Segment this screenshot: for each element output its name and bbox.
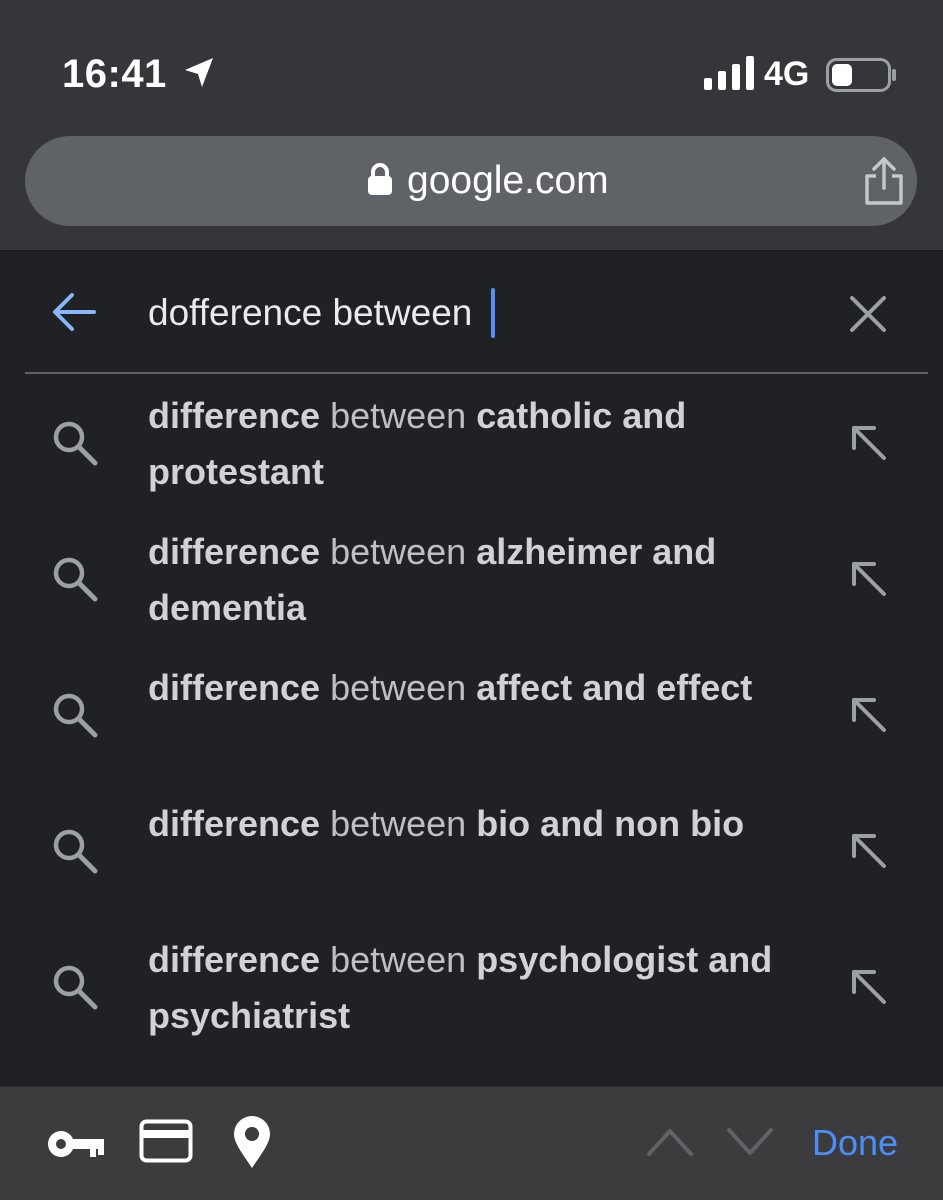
- search-icon: [53, 421, 98, 466]
- url-domain: google.com: [407, 159, 609, 202]
- network-label: 4G: [764, 54, 810, 93]
- credit-card-icon[interactable]: [139, 1119, 193, 1163]
- search-icon: [53, 829, 98, 874]
- suggestion-item[interactable]: difference between psychologist and psyc…: [0, 926, 943, 1062]
- location-arrow-icon: [185, 58, 213, 87]
- signal-bars-icon: [704, 56, 754, 90]
- chevron-down-icon[interactable]: [726, 1127, 774, 1157]
- search-row: dofference between: [0, 252, 943, 372]
- status-time: 16:41: [62, 51, 167, 96]
- suggestion-text: difference between bio and non bio: [148, 803, 745, 844]
- key-icon[interactable]: [46, 1127, 106, 1161]
- search-icon: [53, 693, 98, 738]
- search-divider: [25, 372, 928, 374]
- search-input[interactable]: dofference between: [148, 286, 495, 340]
- search-query-text: dofference between: [148, 292, 483, 333]
- fill-query-arrow-icon[interactable]: [848, 966, 888, 1006]
- done-button[interactable]: Done: [812, 1115, 898, 1171]
- share-icon[interactable]: [861, 156, 907, 206]
- text-caret: [490, 288, 495, 338]
- search-icon: [53, 557, 98, 602]
- suggestion-text: difference between catholic and protesta…: [148, 395, 687, 492]
- suggestion-text: difference between psychologist and psyc…: [148, 939, 773, 1036]
- suggestion-item[interactable]: difference between affect and effect: [0, 654, 943, 790]
- chevron-up-icon[interactable]: [646, 1127, 694, 1157]
- location-pin-icon[interactable]: [232, 1115, 272, 1169]
- fill-query-arrow-icon[interactable]: [848, 694, 888, 734]
- browser-chrome: 16:41 4G google.com: [0, 0, 943, 251]
- suggestion-item[interactable]: difference between bio and non bio: [0, 790, 943, 926]
- fill-query-arrow-icon[interactable]: [848, 558, 888, 598]
- url-bar[interactable]: google.com: [25, 136, 917, 226]
- search-icon: [53, 965, 98, 1010]
- suggestion-item[interactable]: difference between alzheimer and dementi…: [0, 518, 943, 654]
- keyboard-accessory-bar: Done: [0, 1086, 943, 1200]
- back-arrow-icon[interactable]: [50, 290, 98, 334]
- fill-query-arrow-icon[interactable]: [848, 422, 888, 462]
- suggestion-item[interactable]: difference between catholic and protesta…: [0, 382, 943, 518]
- clear-icon[interactable]: [848, 294, 888, 334]
- screen: 16:41 4G google.com dofference between d…: [0, 0, 943, 1200]
- fill-query-arrow-icon[interactable]: [848, 830, 888, 870]
- lock-icon: [368, 163, 392, 195]
- suggestion-text: difference between alzheimer and dementi…: [148, 531, 717, 628]
- suggestion-text: difference between affect and effect: [148, 667, 753, 708]
- battery-icon: [826, 58, 896, 92]
